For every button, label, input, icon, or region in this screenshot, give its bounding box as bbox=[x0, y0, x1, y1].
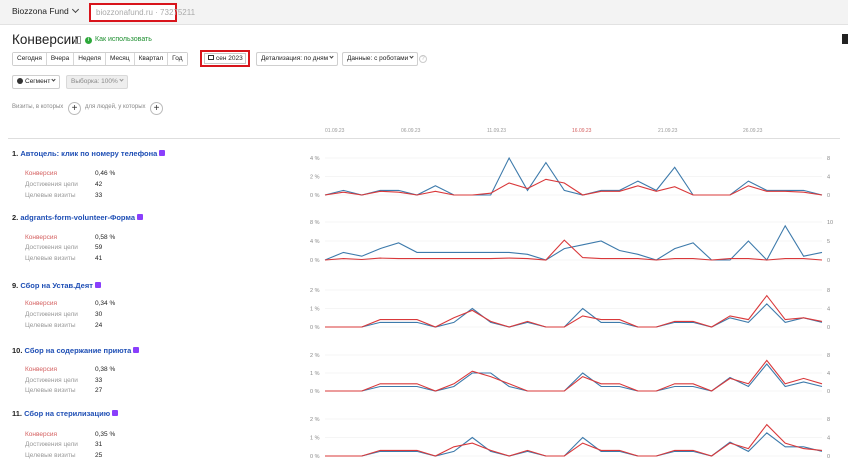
right-axis-tick: 8 bbox=[827, 288, 830, 294]
visits-series-line bbox=[325, 363, 823, 392]
left-axis-tick: 2 % bbox=[310, 417, 320, 423]
left-axis-tick: 0 % bbox=[310, 454, 320, 460]
left-axis-tick: 1 % bbox=[310, 436, 320, 442]
right-axis-tick: 4 bbox=[827, 175, 830, 181]
sparkline-charts: 4 % 8 2 % 4 0 % 0 8 % 10 4 % 5 0 % 0 2 % 8 1 % 4 0 % 0 2 %… bbox=[310, 156, 833, 460]
left-axis-tick: 0 % bbox=[310, 325, 320, 331]
right-axis-tick: 0 bbox=[827, 193, 830, 199]
right-axis-tick: 8 bbox=[827, 417, 830, 423]
left-axis-tick: 1 % bbox=[310, 371, 320, 377]
left-axis-tick: 0 % bbox=[310, 389, 320, 395]
left-axis-tick: 0 % bbox=[310, 258, 320, 264]
right-axis-tick: 0 bbox=[827, 258, 830, 264]
right-axis-tick: 8 bbox=[827, 156, 830, 162]
visits-series-line bbox=[325, 303, 823, 328]
right-axis-tick: 0 bbox=[827, 389, 830, 395]
right-axis-tick: 0 bbox=[827, 454, 830, 460]
left-axis-tick: 2 % bbox=[310, 175, 320, 181]
right-axis-tick: 5 bbox=[827, 239, 830, 245]
left-axis-tick: 4 % bbox=[310, 156, 320, 162]
left-axis-tick: 2 % bbox=[310, 288, 320, 294]
right-axis-tick: 10 bbox=[827, 220, 833, 226]
left-axis-tick: 2 % bbox=[310, 353, 320, 359]
right-axis-tick: 4 bbox=[827, 307, 830, 313]
right-axis-tick: 4 bbox=[827, 371, 830, 377]
left-axis-tick: 4 % bbox=[310, 239, 320, 245]
left-axis-tick: 1 % bbox=[310, 307, 320, 313]
right-axis-tick: 8 bbox=[827, 353, 830, 359]
right-axis-tick: 0 bbox=[827, 325, 830, 331]
visits-series-line bbox=[324, 224, 823, 261]
left-axis-tick: 0 % bbox=[310, 193, 320, 199]
right-axis-tick: 4 bbox=[827, 436, 830, 442]
left-axis-tick: 8 % bbox=[310, 220, 320, 226]
visits-series-line bbox=[325, 432, 823, 457]
